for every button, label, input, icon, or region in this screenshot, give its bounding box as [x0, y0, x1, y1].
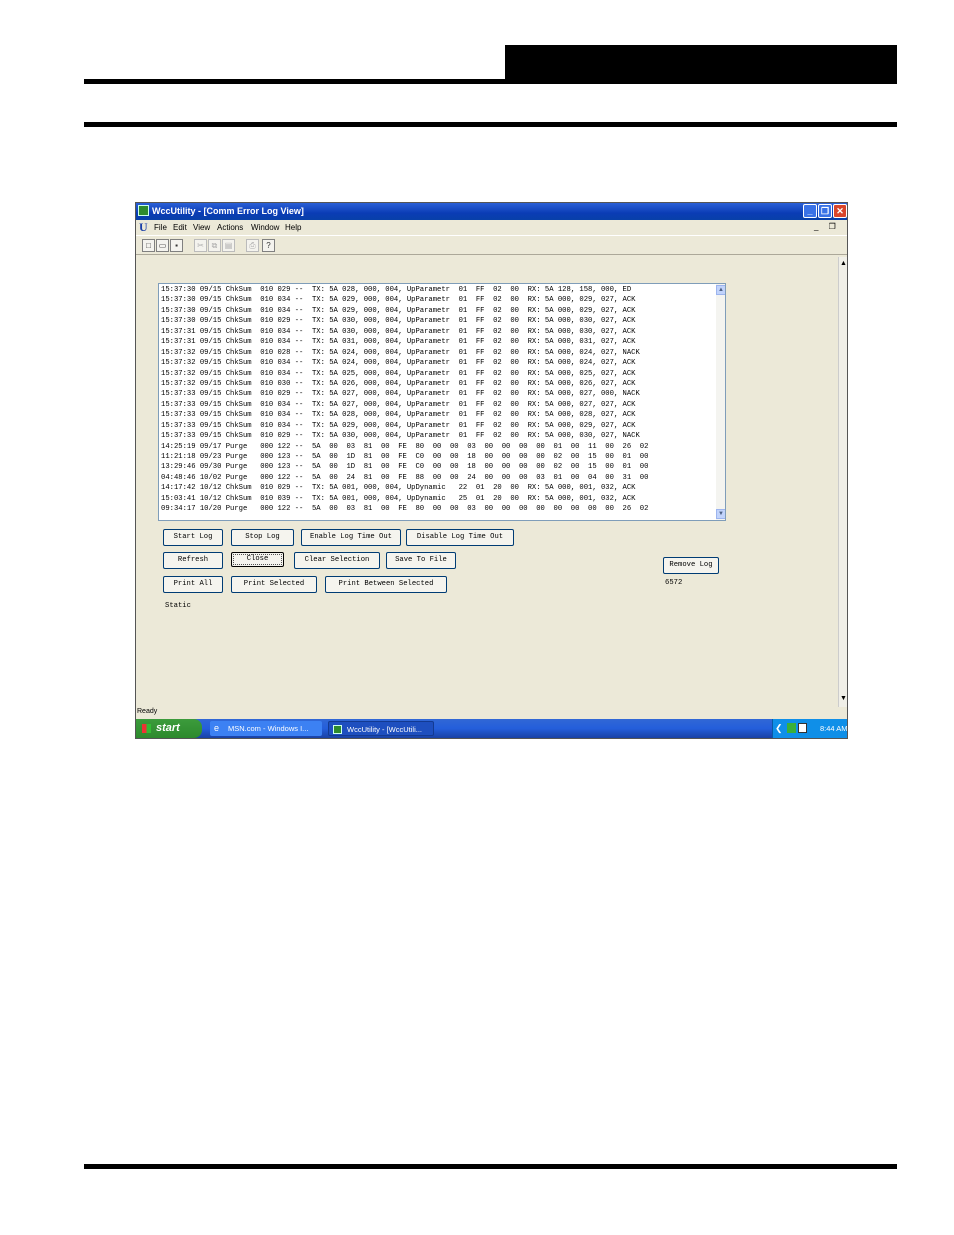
save-icon[interactable]: ▪ — [170, 239, 183, 252]
taskbar-item-msn[interactable]: e MSN.com - Windows I... — [210, 721, 322, 736]
log-line[interactable]: 04:48:46 10/02 Purge 000 122 -- 5A 00 24… — [161, 473, 716, 483]
menu-view[interactable]: View — [193, 223, 210, 232]
start-label: start — [156, 722, 180, 734]
print-all-button[interactable]: Print All — [163, 576, 223, 593]
mdi-window-controls[interactable]: _ ❐ ✕ — [814, 222, 847, 231]
print-selected-button[interactable]: Print Selected — [231, 576, 317, 593]
app-icon — [138, 205, 149, 216]
document-logo-icon[interactable]: U — [139, 221, 148, 233]
log-line[interactable]: 13:29:46 09/30 Purge 000 123 -- 5A 00 1D… — [161, 462, 716, 472]
static-label: Static — [165, 602, 191, 610]
comm-error-log-list[interactable]: 15:37:30 09/15 ChkSum 010 029 -- TX: 5A … — [158, 283, 726, 521]
taskbar: start e MSN.com - Windows I... WccUtilit… — [136, 719, 847, 738]
log-line[interactable]: 14:25:19 09/17 Purge 000 122 -- 5A 00 03… — [161, 442, 716, 452]
log-line[interactable]: 15:37:32 09/15 ChkSum 010 028 -- TX: 5A … — [161, 348, 716, 358]
print-between-selected-button[interactable]: Print Between Selected — [325, 576, 447, 593]
log-line[interactable]: 15:37:33 09/15 ChkSum 010 029 -- TX: 5A … — [161, 389, 716, 399]
new-icon[interactable]: □ — [142, 239, 155, 252]
menu-window[interactable]: Window — [251, 223, 279, 232]
menu-bar: U File Edit View Actions Window Help _ ❐… — [136, 220, 847, 234]
log-line[interactable]: 14:17:42 10/12 ChkSum 010 029 -- TX: 5A … — [161, 483, 716, 493]
remove-log-button[interactable]: Remove Log — [663, 557, 719, 574]
list-scroll-down-icon[interactable]: ▼ — [716, 509, 725, 519]
menu-help[interactable]: Help — [285, 223, 301, 232]
scroll-down-icon[interactable]: ▼ — [839, 694, 847, 703]
wccutility-icon — [333, 725, 342, 734]
clock: 8:44 AM — [820, 724, 848, 733]
help-icon[interactable]: ? — [262, 239, 275, 252]
clear-selection-button[interactable]: Clear Selection — [294, 552, 380, 569]
print-icon[interactable]: ⎙ — [246, 239, 259, 252]
system-tray: ❮ 8:44 AM — [772, 719, 847, 738]
tray-expand-icon[interactable]: ❮ — [775, 723, 784, 733]
title-bar[interactable]: WccUtility - [Comm Error Log View] _ ❐ ✕ — [136, 203, 847, 220]
close-button[interactable]: Close — [231, 552, 284, 567]
log-lines: 15:37:30 09/15 ChkSum 010 029 -- TX: 5A … — [161, 285, 716, 515]
network-icon[interactable] — [787, 723, 796, 733]
windows-flag-icon — [142, 724, 151, 733]
enable-log-timeout-button[interactable]: Enable Log Time Out — [301, 529, 401, 546]
menu-actions[interactable]: Actions — [217, 223, 243, 232]
header-rule-top — [84, 79, 897, 84]
log-line[interactable]: 15:37:30 09/15 ChkSum 010 034 -- TX: 5A … — [161, 295, 716, 305]
toolbar: □ ▭ ▪ ✂ ⧉ ▤ ⎙ ? — [136, 235, 847, 255]
log-line[interactable]: 15:03:41 10/12 ChkSum 010 039 -- TX: 5A … — [161, 494, 716, 504]
log-line[interactable]: 15:37:33 09/15 ChkSum 010 034 -- TX: 5A … — [161, 400, 716, 410]
menu-file[interactable]: File — [154, 223, 167, 232]
log-line[interactable]: 15:37:32 09/15 ChkSum 010 034 -- TX: 5A … — [161, 369, 716, 379]
start-log-button[interactable]: Start Log — [163, 529, 223, 546]
log-line[interactable]: 15:37:33 09/15 ChkSum 010 034 -- TX: 5A … — [161, 421, 716, 431]
header-rule-bottom — [84, 122, 897, 127]
window-title: WccUtility - [Comm Error Log View] — [152, 206, 304, 216]
taskbar-item-wccutility[interactable]: WccUtility - [WccUtili... — [328, 721, 434, 736]
log-line[interactable]: 15:37:31 09/15 ChkSum 010 034 -- TX: 5A … — [161, 327, 716, 337]
stop-log-button[interactable]: Stop Log — [231, 529, 294, 546]
status-text: Ready — [137, 708, 158, 715]
log-line[interactable]: 15:37:30 09/15 ChkSum 010 029 -- TX: 5A … — [161, 316, 716, 326]
log-line[interactable]: 11:21:18 09/23 Purge 000 123 -- 5A 00 1D… — [161, 452, 716, 462]
save-to-file-button[interactable]: Save To File — [386, 552, 456, 569]
close-window-button[interactable]: ✕ — [833, 204, 847, 218]
cut-icon[interactable]: ✂ — [194, 239, 207, 252]
refresh-button[interactable]: Refresh — [163, 552, 223, 569]
status-bar: Ready — [136, 707, 847, 719]
log-count: 6572 — [665, 579, 683, 587]
minimize-button[interactable]: _ — [803, 204, 817, 218]
log-line[interactable]: 09:34:17 10/20 Purge 000 122 -- 5A 00 03… — [161, 504, 716, 514]
open-icon[interactable]: ▭ — [156, 239, 169, 252]
copy-icon[interactable]: ⧉ — [208, 239, 221, 252]
log-line[interactable]: 15:37:33 09/15 ChkSum 010 034 -- TX: 5A … — [161, 410, 716, 420]
log-list-scrollbar[interactable]: ▲ ▼ — [716, 284, 725, 520]
list-scroll-up-icon[interactable]: ▲ — [716, 285, 725, 295]
scroll-up-icon[interactable]: ▲ — [839, 259, 847, 268]
view-scrollbar[interactable]: ▲ ▼ — [838, 257, 847, 707]
log-line[interactable]: 15:37:30 09/15 ChkSum 010 029 -- TX: 5A … — [161, 285, 716, 295]
taskbar-item-label: MSN.com - Windows I... — [228, 724, 309, 733]
tray-app-icon[interactable] — [798, 723, 807, 733]
log-line[interactable]: 15:37:32 09/15 ChkSum 010 030 -- TX: 5A … — [161, 379, 716, 389]
internet-explorer-icon: e — [214, 723, 220, 733]
log-line[interactable]: 15:37:32 09/15 ChkSum 010 034 -- TX: 5A … — [161, 358, 716, 368]
disable-log-timeout-button[interactable]: Disable Log Time Out — [406, 529, 514, 546]
footer-rule — [84, 1164, 897, 1169]
app-window: WccUtility - [Comm Error Log View] _ ❐ ✕… — [135, 202, 848, 739]
start-button[interactable]: start — [136, 719, 202, 738]
log-line[interactable]: 15:37:31 09/15 ChkSum 010 034 -- TX: 5A … — [161, 337, 716, 347]
taskbar-item-label: WccUtility - [WccUtili... — [347, 725, 422, 734]
menu-edit[interactable]: Edit — [173, 223, 187, 232]
log-line[interactable]: 15:37:30 09/15 ChkSum 010 034 -- TX: 5A … — [161, 306, 716, 316]
log-line[interactable]: 15:37:33 09/15 ChkSum 010 029 -- TX: 5A … — [161, 431, 716, 441]
maximize-button[interactable]: ❐ — [818, 204, 832, 218]
header-black-box — [505, 45, 897, 81]
paste-icon[interactable]: ▤ — [222, 239, 235, 252]
